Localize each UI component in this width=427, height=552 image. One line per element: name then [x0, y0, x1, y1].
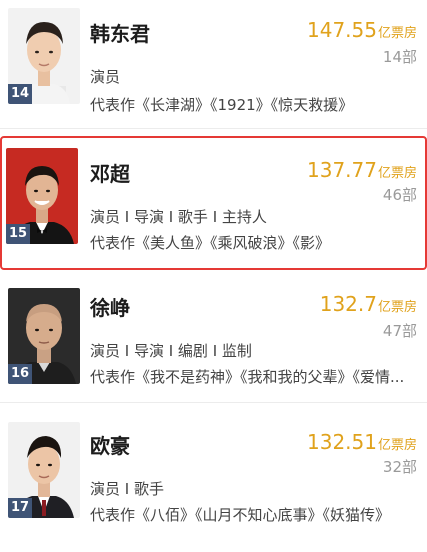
box-office-unit: 亿票房	[377, 166, 417, 181]
person-name[interactable]: 欧豪	[90, 430, 130, 459]
box-office-number: 147.55	[307, 18, 377, 42]
box-office-number: 137.77	[307, 158, 377, 182]
list-item[interactable]: 14 韩东君 147.55亿票房 14部 演员 代表作《长津湖》《1921》《惊…	[0, 0, 427, 126]
box-office-value: 147.55亿票房	[307, 18, 417, 42]
roles-text: 演员	[90, 68, 121, 86]
person-name[interactable]: 韩东君	[90, 18, 150, 47]
roles-text: 演员 I 歌手	[90, 480, 164, 498]
rank-badge: 17	[8, 498, 33, 518]
divider	[0, 272, 427, 273]
works-count: 32部	[382, 458, 417, 476]
person-name[interactable]: 徐峥	[90, 292, 130, 321]
box-office-unit: 亿票房	[377, 300, 417, 315]
box-office-unit: 亿票房	[377, 26, 417, 41]
works-count: 14部	[382, 48, 417, 66]
avatar[interactable]: 15	[6, 148, 78, 244]
works-count: 47部	[382, 322, 417, 340]
avatar[interactable]: 14	[8, 8, 80, 104]
representative-works: 代表作《长津湖》《1921》《惊天救援》	[90, 96, 354, 114]
roles-text: 演员 I 导演 I 编剧 I 监制	[90, 342, 252, 360]
representative-works: 代表作《我不是药神》《我和我的父辈》《爱情...	[90, 368, 405, 386]
representative-works: 代表作《八佰》《山月不知心底事》《妖猫传》	[90, 506, 391, 524]
works-count: 46部	[382, 186, 417, 204]
rank-badge: 16	[8, 364, 33, 384]
list-item-highlighted[interactable]: 15 邓超 137.77亿票房 46部 演员 I 导演 I 歌手 I 主持人 代…	[0, 136, 427, 270]
box-office-unit: 亿票房	[377, 438, 417, 453]
box-office-value: 132.51亿票房	[307, 430, 417, 454]
list-item[interactable]: 17 欧豪 132.51亿票房 32部 演员 I 歌手 代表作《八佰》《山月不知…	[0, 408, 427, 552]
list-item[interactable]: 16 徐峥 132.7亿票房 47部 演员 I 导演 I 编剧 I 监制 代表作…	[0, 278, 427, 398]
avatar[interactable]: 17	[8, 422, 80, 518]
rank-badge: 14	[8, 84, 33, 104]
box-office-ranking-list: 14 韩东君 147.55亿票房 14部 演员 代表作《长津湖》《1921》《惊…	[0, 0, 427, 552]
box-office-value: 137.77亿票房	[307, 158, 417, 182]
person-name[interactable]: 邓超	[90, 158, 130, 187]
box-office-value: 132.7亿票房	[320, 292, 417, 316]
divider	[0, 128, 427, 129]
box-office-number: 132.51	[307, 430, 377, 454]
avatar[interactable]: 16	[8, 288, 80, 384]
representative-works: 代表作《美人鱼》《乘风破浪》《影》	[90, 234, 331, 252]
box-office-number: 132.7	[319, 292, 377, 316]
rank-badge: 15	[6, 224, 31, 244]
divider	[0, 402, 427, 403]
roles-text: 演员 I 导演 I 歌手 I 主持人	[90, 208, 267, 226]
